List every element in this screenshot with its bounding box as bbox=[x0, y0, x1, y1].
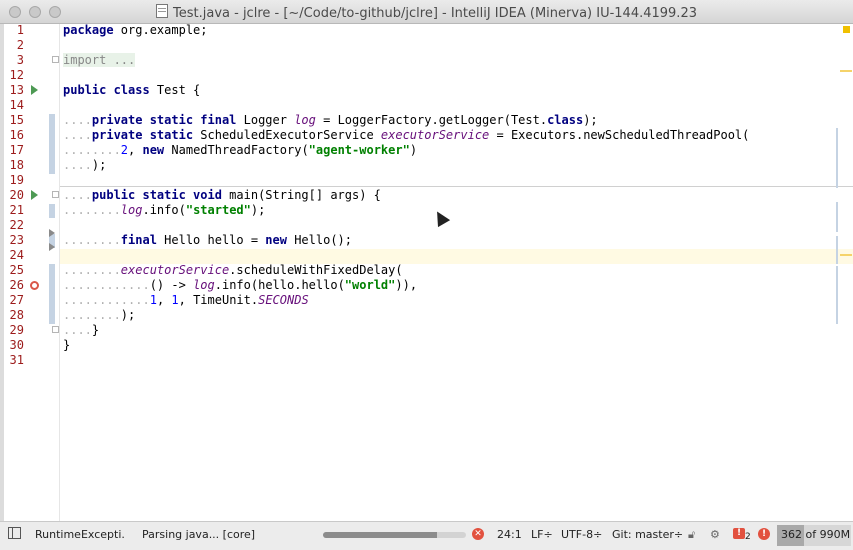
memory-indicator[interactable]: 362 of 990M bbox=[777, 525, 851, 546]
breakpoint-arrow-icon[interactable] bbox=[49, 243, 55, 251]
line-number: 29 bbox=[9, 323, 24, 337]
mouse-pointer bbox=[431, 208, 451, 228]
import-fold[interactable]: import ... bbox=[63, 53, 136, 67]
line-number: 12 bbox=[9, 68, 24, 82]
java-file-icon bbox=[156, 4, 169, 18]
change-stripe-mark[interactable] bbox=[836, 236, 838, 264]
line-number: 26 bbox=[9, 278, 24, 292]
current-line-highlight bbox=[60, 249, 853, 264]
line-number: 20 bbox=[9, 188, 24, 202]
line-number: 2 bbox=[16, 38, 24, 52]
change-stripe-mark[interactable] bbox=[836, 128, 838, 188]
inspector-icon[interactable]: ⚙︎ bbox=[710, 528, 720, 541]
git-branch-selector[interactable]: Git: master÷ bbox=[612, 528, 683, 541]
line-number: 1 bbox=[16, 23, 24, 37]
error-count: 2 bbox=[745, 532, 751, 542]
code-line-23[interactable]: ........final Hello hello = new Hello(); bbox=[63, 233, 352, 248]
error-icon[interactable]: ! bbox=[733, 528, 745, 539]
code-line-25[interactable]: ........executorService.scheduleWithFixe… bbox=[63, 263, 403, 278]
change-stripe-mark[interactable] bbox=[836, 202, 838, 232]
code-line-15[interactable]: ....private static final Logger log = Lo… bbox=[63, 113, 598, 128]
window-title-container: Test.java - jclre - [~/Code/to-github/jc… bbox=[0, 4, 853, 21]
line-number: 30 bbox=[9, 338, 24, 352]
line-number: 24 bbox=[9, 248, 24, 262]
lambda-breakpoint-icon[interactable] bbox=[30, 281, 39, 290]
progress-fill bbox=[323, 532, 438, 538]
line-number: 14 bbox=[9, 98, 24, 112]
method-separator bbox=[60, 186, 853, 187]
stop-task-icon[interactable]: ✕ bbox=[472, 528, 484, 540]
background-task-label[interactable]: Parsing java... [core] bbox=[142, 528, 255, 541]
code-line-3[interactable]: import ... bbox=[63, 53, 136, 68]
encoding-selector[interactable]: UTF-8÷ bbox=[561, 528, 602, 541]
run-main-icon[interactable] bbox=[31, 190, 38, 200]
line-separator-selector[interactable]: LF÷ bbox=[531, 528, 553, 541]
event-log-icon[interactable]: ! bbox=[758, 528, 770, 540]
line-number: 31 bbox=[9, 353, 24, 367]
line-number: 21 bbox=[9, 203, 24, 217]
line-number: 3 bbox=[16, 53, 24, 67]
fold-toggle-icon[interactable] bbox=[52, 191, 59, 198]
line-number: 13 bbox=[9, 83, 24, 97]
line-number: 27 bbox=[9, 293, 24, 307]
lock-icon[interactable]: 🔓︎ bbox=[688, 528, 695, 542]
code-line-17[interactable]: ........2, new NamedThreadFactory("agent… bbox=[63, 143, 417, 158]
event-log-message[interactable]: RuntimeExcepti. bbox=[35, 528, 125, 541]
line-number: 15 bbox=[9, 113, 24, 127]
background-task-progress bbox=[323, 532, 466, 538]
status-bar: RuntimeExcepti. Parsing java... [core] ✕… bbox=[0, 521, 853, 550]
title-bar: Test.java - jclre - [~/Code/to-github/jc… bbox=[0, 0, 853, 24]
vcs-change-marker[interactable] bbox=[49, 114, 55, 174]
code-line-26[interactable]: ............() -> log.info(hello.hello("… bbox=[63, 278, 417, 293]
line-number: 16 bbox=[9, 128, 24, 142]
warning-stripe-mark[interactable] bbox=[840, 254, 852, 256]
code-line-30[interactable]: } bbox=[63, 338, 70, 353]
code-line-20[interactable]: ....public static void main(String[] arg… bbox=[63, 188, 381, 203]
line-number: 18 bbox=[9, 158, 24, 172]
fold-toggle-icon[interactable] bbox=[52, 326, 59, 333]
line-number: 25 bbox=[9, 263, 24, 277]
code-line-29[interactable]: ....} bbox=[63, 323, 99, 338]
code-line-28[interactable]: ........); bbox=[63, 308, 135, 323]
warning-stripe-mark[interactable] bbox=[840, 70, 852, 72]
line-number: 22 bbox=[9, 218, 24, 232]
line-number: 23 bbox=[9, 233, 24, 247]
code-line-16[interactable]: ....private static ScheduledExecutorServ… bbox=[63, 128, 749, 143]
caret-position[interactable]: 24:1 bbox=[497, 528, 522, 541]
code-line-13[interactable]: public class Test { bbox=[63, 83, 200, 98]
vcs-change-marker[interactable] bbox=[49, 204, 55, 218]
line-number: 17 bbox=[9, 143, 24, 157]
code-line-27[interactable]: ............1, 1, TimeUnit.SECONDS bbox=[63, 293, 309, 308]
vcs-change-marker[interactable] bbox=[49, 264, 55, 324]
memory-text: 362 of 990M bbox=[781, 528, 851, 541]
code-line-21[interactable]: ........log.info("started"); bbox=[63, 203, 265, 218]
gutter-separator bbox=[59, 24, 60, 521]
breakpoint-arrow-icon[interactable] bbox=[49, 229, 55, 237]
line-number: 28 bbox=[9, 308, 24, 322]
run-class-icon[interactable] bbox=[31, 85, 38, 95]
fold-toggle-icon[interactable] bbox=[52, 56, 59, 63]
window-title: Test.java - jclre - [~/Code/to-github/jc… bbox=[173, 6, 697, 21]
code-line-1[interactable]: package org.example; bbox=[63, 23, 208, 38]
tool-windows-toggle-icon[interactable] bbox=[8, 527, 21, 539]
code-line-18[interactable]: ....); bbox=[63, 158, 106, 173]
line-number: 19 bbox=[9, 173, 24, 187]
inspection-status-icon[interactable] bbox=[843, 26, 850, 33]
change-stripe-mark[interactable] bbox=[836, 266, 838, 324]
